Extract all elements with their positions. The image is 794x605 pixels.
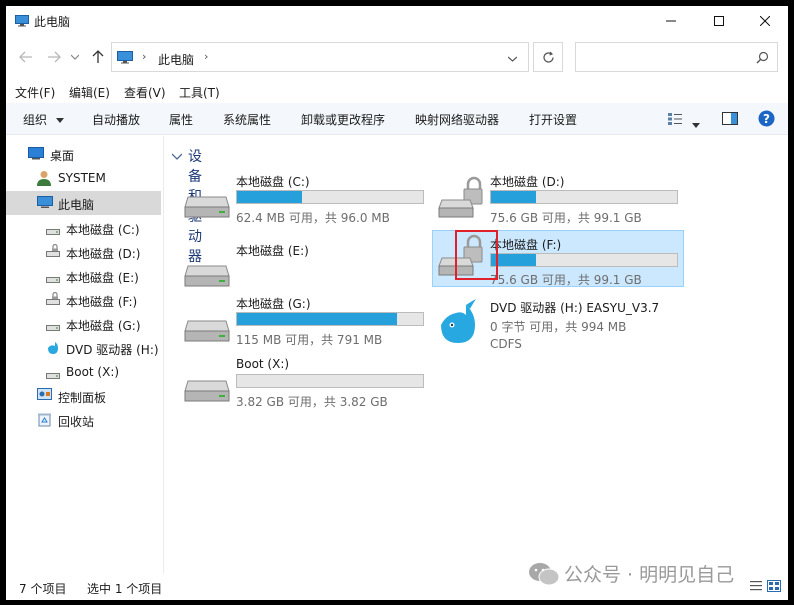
recent-locations-button[interactable] [68, 47, 82, 67]
usage-bar [490, 190, 678, 204]
menu-edit[interactable]: 编辑(E) [69, 84, 110, 101]
arrow-up-icon [92, 50, 104, 63]
hard-drive-icon [46, 224, 60, 238]
title-bar: 此电脑 [6, 6, 788, 36]
usage-bar [236, 374, 424, 388]
nav-item-dvd-h[interactable]: DVD 驱动器 (H:) [6, 337, 161, 359]
user-icon [37, 170, 51, 189]
autoplay-button[interactable]: 自动播放 [92, 111, 140, 128]
maximize-button[interactable] [696, 6, 742, 36]
change-view-icon[interactable] [668, 113, 682, 128]
caret-down-icon [55, 118, 64, 123]
close-button[interactable] [742, 6, 788, 36]
command-bar: 组织 自动播放 属性 系统属性 卸载或更改程序 映射网络驱动器 打开设置 ? [6, 103, 788, 135]
arrow-left-icon [19, 51, 32, 63]
nav-item-drive-d[interactable]: 本地磁盘 (D:) [6, 241, 161, 263]
recycle-bin-icon [38, 412, 51, 430]
view-options-caret-icon[interactable] [692, 117, 700, 131]
locked-drive-icon [46, 243, 60, 260]
open-settings-button[interactable]: 打开设置 [529, 111, 577, 128]
hard-drive-icon [184, 193, 230, 222]
usage-bar [236, 312, 424, 326]
breadcrumb-separator-icon[interactable]: › [142, 50, 146, 63]
chevron-down-icon [71, 54, 79, 60]
nav-item-boot-x[interactable]: Boot (X:) [6, 361, 161, 383]
highlight-annotation-box [455, 230, 498, 280]
menu-view[interactable]: 查看(V) [124, 84, 166, 101]
dvd-drive-icon [46, 340, 60, 358]
drive-tile-g[interactable]: 本地磁盘 (G:) 115 MB 可用，共 791 MB [178, 295, 428, 351]
menu-bar: 文件(F) 编辑(E) 查看(V) 工具(T) [6, 82, 788, 102]
address-dropdown-icon[interactable] [507, 51, 518, 65]
minimize-icon [666, 20, 676, 22]
refresh-icon [542, 51, 554, 63]
breadcrumb-this-pc[interactable]: 此电脑 [158, 51, 194, 68]
refresh-button[interactable] [533, 42, 563, 72]
up-button[interactable] [88, 47, 108, 67]
nav-item-recycle-bin[interactable]: 回收站 [6, 409, 161, 431]
usage-bar [236, 190, 424, 204]
nav-item-this-pc[interactable]: 此电脑 [6, 191, 161, 215]
arrow-right-icon [48, 51, 61, 63]
drive-tile-d[interactable]: 本地磁盘 (D:) 75.6 GB 可用，共 99.1 GB [432, 173, 682, 229]
hard-drive-icon [184, 262, 230, 291]
back-button[interactable] [16, 47, 36, 67]
dvd-drive-icon [438, 299, 478, 348]
search-box[interactable] [575, 42, 778, 72]
locked-drive-icon [438, 176, 484, 223]
forward-button[interactable] [44, 47, 64, 67]
nav-item-drive-c[interactable]: 本地磁盘 (C:) [6, 217, 161, 239]
selection-count: 选中 1 个项目 [87, 582, 163, 596]
drive-tile-e[interactable]: 本地磁盘 (E:) [178, 242, 428, 298]
address-bar[interactable]: › 此电脑 › [111, 42, 529, 72]
window-title: 此电脑 [34, 15, 71, 29]
nav-item-desktop[interactable]: 桌面 [6, 143, 161, 165]
preview-pane-icon[interactable] [722, 112, 738, 128]
close-icon [760, 16, 770, 26]
desktop-icon [28, 147, 44, 163]
drive-tile-boot-x[interactable]: Boot (X:) 3.82 GB 可用，共 3.82 GB [178, 357, 428, 413]
control-panel-icon [37, 388, 52, 405]
wechat-icon [528, 562, 560, 591]
details-view-icon[interactable] [750, 580, 762, 594]
nav-item-system-user[interactable]: SYSTEM [6, 167, 161, 189]
this-pc-icon [15, 15, 29, 30]
help-icon[interactable]: ? [758, 110, 775, 130]
this-pc-icon [117, 51, 133, 67]
explorer-window: 此电脑 › 此电脑 › 文件(F) 编辑(E) 查看(V) 工具(T) 组织 自… [6, 6, 788, 600]
nav-item-drive-g[interactable]: 本地磁盘 (G:) [6, 313, 161, 335]
hard-drive-icon [184, 377, 230, 406]
hard-drive-icon [46, 368, 60, 382]
drive-tile-dvd-h[interactable]: DVD 驱动器 (H:) EASYU_V3.7 0 字节 可用，共 994 MB… [432, 295, 682, 355]
hard-drive-icon [46, 320, 60, 334]
minimize-button[interactable] [648, 6, 694, 36]
nav-item-drive-f[interactable]: 本地磁盘 (F:) [6, 289, 161, 311]
system-properties-button[interactable]: 系统属性 [223, 111, 271, 128]
properties-button[interactable]: 属性 [169, 111, 193, 128]
menu-file[interactable]: 文件(F) [15, 84, 55, 101]
locked-drive-icon [46, 291, 60, 308]
nav-item-drive-e[interactable]: 本地磁盘 (E:) [6, 265, 161, 287]
menu-tools[interactable]: 工具(T) [179, 84, 220, 101]
breadcrumb-separator-icon[interactable]: › [204, 50, 208, 63]
navigation-pane: 桌面 SYSTEM 此电脑 本地磁盘 (C:) 本地磁盘 (D:) 本地磁盘 (… [6, 136, 164, 574]
hard-drive-icon [46, 272, 60, 286]
usage-bar [490, 253, 678, 267]
hard-drive-icon [184, 317, 230, 346]
uninstall-button[interactable]: 卸载或更改程序 [301, 111, 385, 128]
map-network-drive-button[interactable]: 映射网络驱动器 [415, 111, 499, 128]
organize-button[interactable]: 组织 [23, 111, 64, 128]
item-count: 7 个项目 [19, 582, 67, 596]
svg-text:?: ? [763, 112, 770, 126]
search-input[interactable] [580, 44, 750, 70]
nav-item-control-panel[interactable]: 控制面板 [6, 385, 161, 407]
drive-tile-c[interactable]: 本地磁盘 (C:) 62.4 MB 可用，共 96.0 MB [178, 173, 428, 229]
maximize-icon [714, 16, 724, 26]
large-icons-view-icon[interactable] [767, 580, 781, 595]
chevron-down-icon[interactable] [171, 149, 183, 163]
this-pc-icon [37, 196, 53, 212]
search-icon[interactable] [756, 51, 769, 67]
